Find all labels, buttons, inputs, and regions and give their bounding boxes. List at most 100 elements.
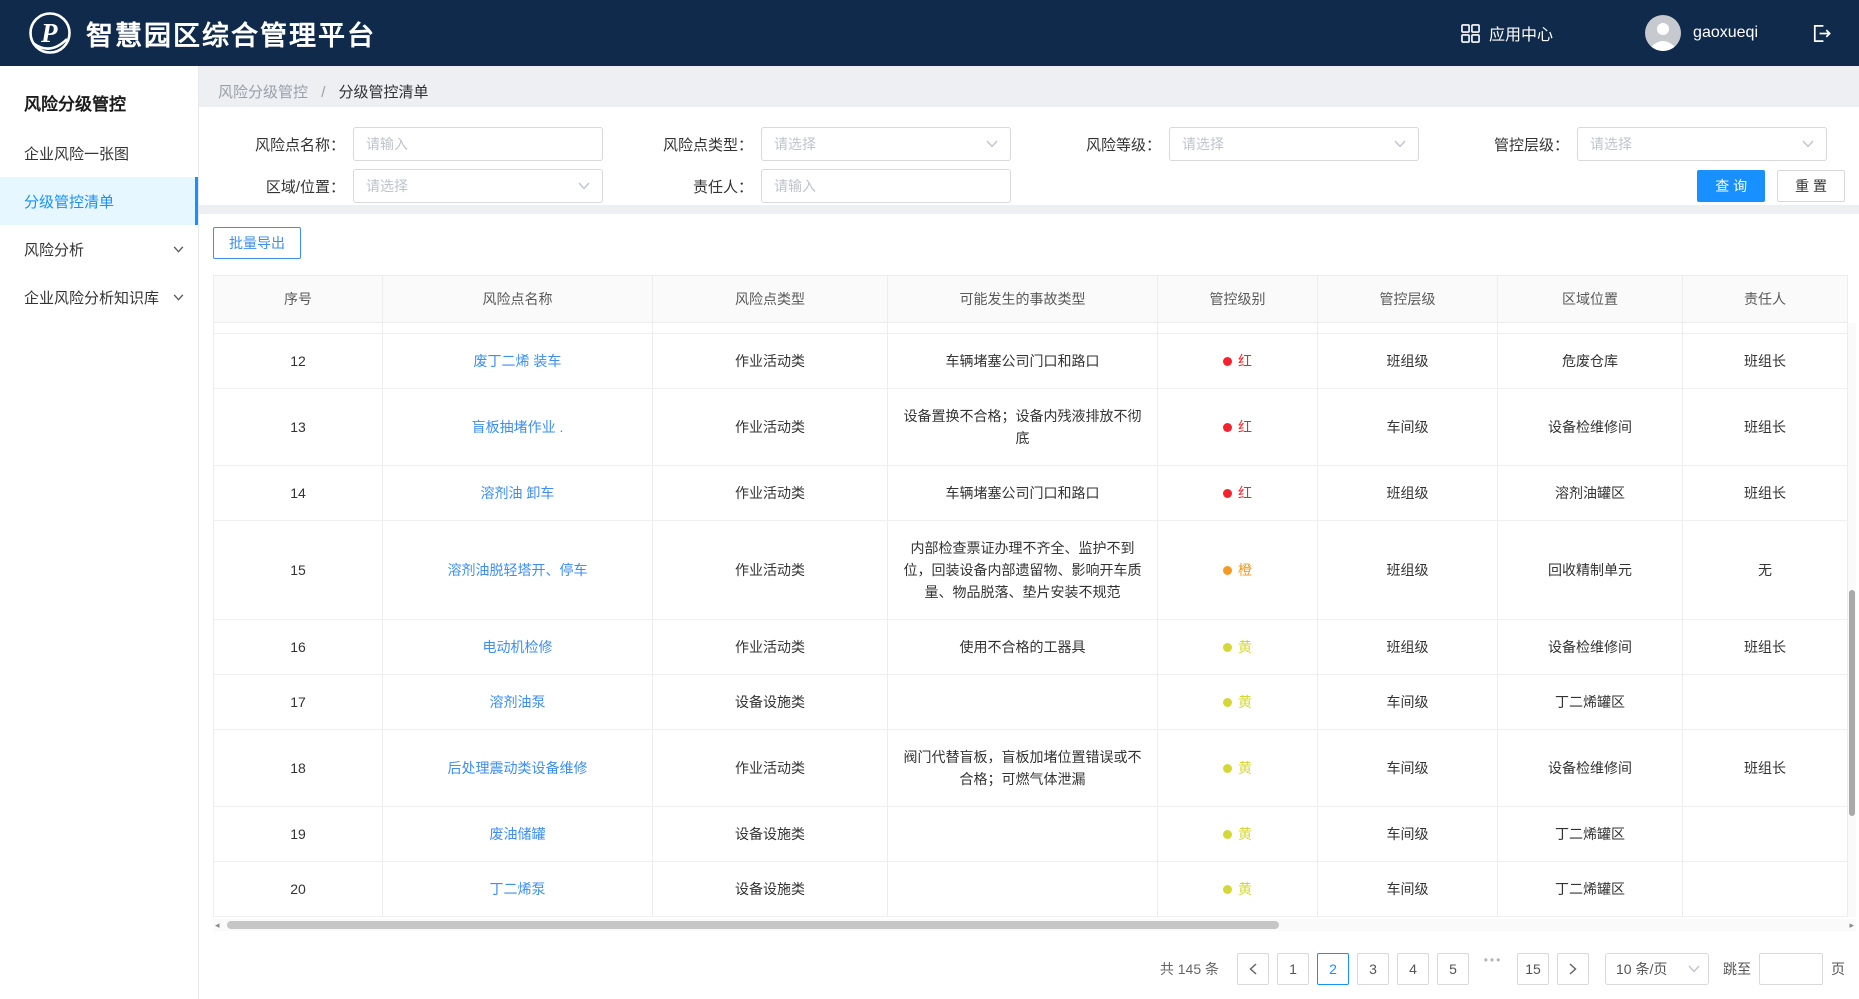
level-dot-icon (1223, 885, 1232, 894)
breadcrumb-separator: / (321, 84, 325, 101)
owner: 班组长 (1744, 416, 1786, 438)
area-select[interactable]: 请选择 (353, 169, 603, 203)
risk-type: 作业活动类 (735, 757, 805, 779)
breadcrumb-parent[interactable]: 风险分级管控 (218, 84, 308, 101)
filter-label-control-layer: 管控层级： (1427, 134, 1577, 155)
risk-name-link[interactable]: 盲板抽堵作业 . (472, 416, 564, 438)
page-button-5[interactable]: 5 (1437, 953, 1469, 985)
control-layer-select[interactable]: 请选择 (1577, 127, 1827, 161)
control-layer: 车间级 (1387, 823, 1429, 845)
table-row: 14 溶剂油 卸车 作业活动类 车辆堵塞公司门口和路口 红 班组级 溶剂油罐区 … (213, 466, 1848, 521)
reset-button[interactable]: 重 置 (1777, 170, 1845, 202)
select-placeholder: 请选择 (1590, 134, 1632, 154)
risk-name-link[interactable]: 废丁二烯 装车 (474, 350, 562, 372)
jump-page-input[interactable] (1759, 953, 1823, 985)
level-dot-icon (1223, 764, 1232, 773)
area-location: 丁二烯罐区 (1555, 823, 1625, 845)
page-button-4[interactable]: 4 (1397, 953, 1429, 985)
table-row: 16 电动机检修 作业活动类 使用不合格的工器具 黄 班组级 设备检维修间 班组… (213, 620, 1848, 675)
risk-type: 作业活动类 (735, 636, 805, 658)
owner-input[interactable] (761, 169, 1011, 203)
batch-export-button[interactable]: 批量导出 (213, 227, 301, 259)
table-horizontal-scrollbar[interactable]: ◂ ▸ (213, 919, 1856, 931)
sidebar-title: 风险分级管控 (0, 66, 198, 129)
page-size-select[interactable]: 10 条/页 (1605, 953, 1709, 985)
scroll-left-arrow-icon[interactable]: ◂ (215, 919, 220, 931)
area-location: 回收精制单元 (1548, 559, 1632, 581)
table-row: 17 溶剂油泵 设备设施类 黄 车间级 丁二烯罐区 (213, 675, 1848, 730)
sidebar-item-1[interactable]: 分级管控清单 (0, 177, 198, 225)
area-location: 丁二烯罐区 (1555, 691, 1625, 713)
area-location: 设备检维修间 (1548, 636, 1632, 658)
risk-name-link[interactable]: 废油储罐 (490, 823, 546, 845)
risk-type: 设备设施类 (735, 823, 805, 845)
sidebar-item-0[interactable]: 企业风险一张图 (0, 129, 198, 177)
app-center-button[interactable]: 应用中心 (1461, 21, 1553, 45)
page-button-2[interactable]: 2 (1317, 953, 1349, 985)
chevron-down-icon (1688, 965, 1700, 973)
owner: 班组长 (1744, 636, 1786, 658)
risk-name-link[interactable]: 溶剂油脱轻塔开、停车 (448, 559, 588, 581)
risk-type-select[interactable]: 请选择 (761, 127, 1011, 161)
scroll-right-arrow-icon[interactable]: ▸ (1849, 919, 1854, 931)
owner: 无 (1758, 559, 1772, 581)
row-index: 20 (290, 878, 306, 900)
area-location: 设备检维修间 (1548, 757, 1632, 779)
table-body: 12 废丁二烯 装车 作业活动类 车辆堵塞公司门口和路口 红 班组级 危废仓库 … (213, 323, 1856, 917)
control-layer: 班组级 (1387, 482, 1429, 504)
filter-label-area: 区域/位置： (203, 176, 353, 197)
risk-name-link[interactable]: 电动机检修 (483, 636, 553, 658)
chevron-down-icon (986, 140, 998, 148)
control-level-badge: 橙 (1223, 559, 1252, 581)
table-row: 13 盲板抽堵作业 . 作业活动类 设备置换不合格；设备内残液排放不彻底 红 车… (213, 389, 1848, 466)
filter-panel: 风险点名称： 风险点类型： 请选择 风险等级： 请选择 (199, 107, 1859, 205)
risk-name-input[interactable] (353, 127, 603, 161)
accident-type: 设备置换不合格；设备内残液排放不彻底 (898, 405, 1147, 449)
page-button-15[interactable]: 15 (1517, 953, 1549, 985)
logout-icon[interactable] (1810, 22, 1833, 45)
prev-page-button[interactable] (1237, 953, 1269, 985)
control-layer: 车间级 (1387, 416, 1429, 438)
page-button-1[interactable]: 1 (1277, 953, 1309, 985)
sidebar-item-3[interactable]: 企业风险分析知识库 (0, 273, 198, 321)
page-ellipsis[interactable]: ••• (1477, 953, 1509, 985)
row-index: 12 (290, 350, 306, 372)
control-level-badge: 黄 (1223, 757, 1252, 779)
level-dot-icon (1223, 830, 1232, 839)
vertical-scrollbar-thumb[interactable] (1849, 590, 1855, 816)
area-location: 设备检维修间 (1548, 416, 1632, 438)
search-button[interactable]: 查 询 (1697, 170, 1765, 202)
owner: 班组长 (1744, 350, 1786, 372)
table-vertical-scrollbar[interactable] (1848, 323, 1856, 917)
level-dot-icon (1223, 489, 1232, 498)
control-level-badge: 黄 (1223, 691, 1252, 713)
control-level-badge: 黄 (1223, 636, 1252, 658)
brand: P 智慧园区综合管理平台 (28, 11, 376, 55)
app-center-label: 应用中心 (1489, 21, 1553, 45)
risk-name-link[interactable]: 溶剂油 卸车 (481, 482, 555, 504)
level-dot-icon (1223, 643, 1232, 652)
risk-name-link[interactable]: 后处理震动类设备维修 (448, 757, 588, 779)
risk-type: 作业活动类 (735, 350, 805, 372)
control-level-badge: 红 (1223, 482, 1252, 504)
risk-name-link[interactable]: 溶剂油泵 (490, 691, 546, 713)
next-page-button[interactable] (1557, 953, 1589, 985)
risk-type: 作业活动类 (735, 559, 805, 581)
control-level-badge: 红 (1223, 350, 1252, 372)
total-count: 共 145 条 (1160, 959, 1219, 979)
risk-level-select[interactable]: 请选择 (1169, 127, 1419, 161)
horizontal-scrollbar-thumb[interactable] (227, 921, 1279, 929)
sidebar-item-2[interactable]: 风险分析 (0, 225, 198, 273)
level-dot-icon (1223, 566, 1232, 575)
control-level-badge: 黄 (1223, 823, 1252, 845)
risk-name-link[interactable]: 丁二烯泵 (490, 878, 546, 900)
table-column-header: 责任人 (1683, 276, 1848, 322)
user-menu[interactable]: gaoxueqi (1645, 15, 1758, 51)
avatar (1645, 15, 1681, 51)
level-dot-icon (1223, 357, 1232, 366)
page-button-3[interactable]: 3 (1357, 953, 1389, 985)
table-row: 18 后处理震动类设备维修 作业活动类 阀门代替盲板，盲板加堵位置错误或不合格；… (213, 730, 1848, 807)
table-column-header: 序号 (213, 276, 383, 322)
select-placeholder: 请选择 (366, 176, 408, 196)
risk-table: 序号风险点名称风险点类型可能发生的事故类型管控级别管控层级区域位置责任人 12 … (213, 275, 1856, 931)
